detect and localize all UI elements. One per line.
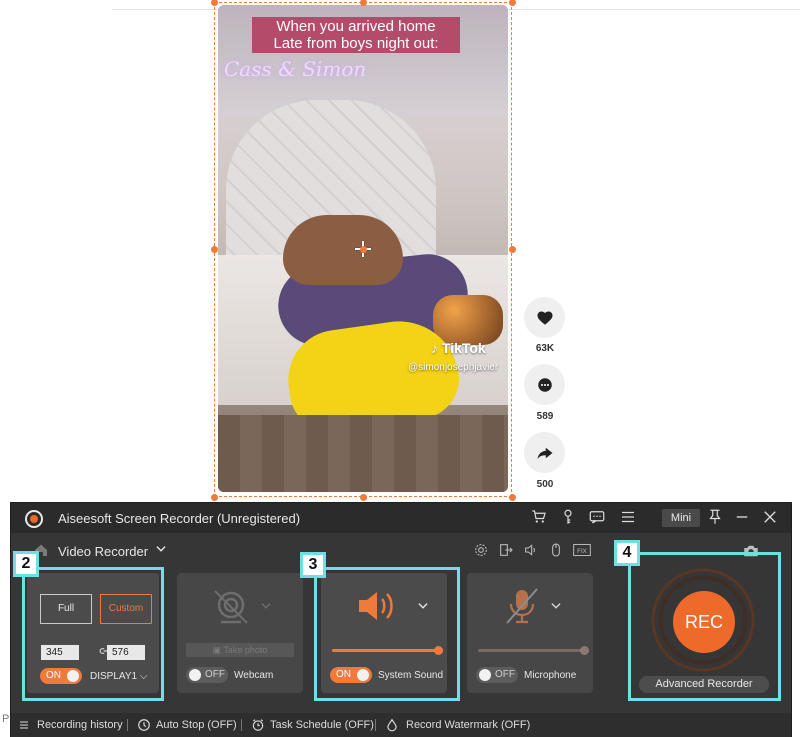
like-count: 63K xyxy=(535,343,555,354)
take-photo-label: Take photo xyxy=(223,645,268,655)
microphone-toggle[interactable]: OFF xyxy=(476,667,518,683)
toggle-knob xyxy=(479,669,491,681)
cart-icon[interactable] xyxy=(530,508,550,528)
microphone-muted-icon[interactable] xyxy=(505,587,539,625)
microphone-panel: OFF Microphone xyxy=(467,573,593,693)
screen-recorder-window: Aiseesoft Screen Recorder (Unregistered)… xyxy=(10,502,792,737)
mode-selector-label[interactable]: Video Recorder xyxy=(58,544,148,559)
microphone-volume-slider[interactable] xyxy=(478,646,589,655)
share-count: 500 xyxy=(536,479,554,490)
chevron-down-icon[interactable] xyxy=(259,599,273,613)
recording-history-link[interactable]: Recording history xyxy=(37,719,123,731)
resize-handle-bottom-left[interactable] xyxy=(211,494,218,501)
resize-handle-bottom-right[interactable] xyxy=(509,494,516,501)
highlight-box-3 xyxy=(314,567,460,701)
resize-handle-bottom[interactable] xyxy=(360,494,367,501)
audio-icon[interactable] xyxy=(523,542,541,560)
heart-icon xyxy=(537,310,552,325)
fixed-region-icon[interactable]: FIX xyxy=(573,542,591,560)
microphone-label: Microphone xyxy=(524,670,577,681)
screen: P Cass & Simon When you arrived home Lat… xyxy=(0,0,800,737)
resize-handle-right[interactable] xyxy=(509,246,516,253)
status-separator xyxy=(241,719,242,731)
app-logo-icon xyxy=(25,510,43,528)
record-watermark-link[interactable]: Record Watermark (OFF) xyxy=(406,719,530,731)
resize-handle-left[interactable] xyxy=(211,246,218,253)
annotation-badge-2: 2 xyxy=(13,551,39,577)
comment-button[interactable] xyxy=(524,364,565,405)
clock-icon xyxy=(137,718,151,732)
take-photo-button[interactable]: ▣ Take photo xyxy=(186,643,294,657)
app-title: Aiseesoft Screen Recorder (Unregistered) xyxy=(58,511,301,526)
comment-count: 589 xyxy=(536,411,554,422)
key-icon[interactable] xyxy=(559,508,579,528)
like-button[interactable] xyxy=(524,297,565,338)
status-separator xyxy=(127,719,128,731)
highlight-box-4 xyxy=(628,552,781,701)
status-bar: Recording history Auto Stop (OFF) Task S… xyxy=(11,713,791,737)
chevron-down-icon[interactable] xyxy=(154,542,168,556)
annotation-badge-4: 4 xyxy=(614,540,640,566)
microphone-volume-fill xyxy=(478,649,586,652)
comment-icon xyxy=(537,377,552,392)
webcam-toggle-label: OFF xyxy=(205,669,225,680)
webcam-label: Webcam xyxy=(234,670,274,681)
annotation-badge-3: 3 xyxy=(300,552,326,578)
minimize-icon[interactable] xyxy=(733,508,753,528)
settings-gear-icon[interactable] xyxy=(473,542,491,560)
list-icon xyxy=(18,719,30,731)
watermark-drop-icon xyxy=(385,718,399,732)
resize-handle-center[interactable] xyxy=(360,246,367,253)
feedback-icon[interactable] xyxy=(588,508,608,528)
webcam-toggle[interactable]: OFF xyxy=(186,667,228,683)
title-bar[interactable]: Aiseesoft Screen Recorder (Unregistered)… xyxy=(11,503,791,533)
status-separator xyxy=(375,719,376,731)
alarm-icon xyxy=(251,718,265,732)
share-icon xyxy=(537,447,552,459)
mouse-icon[interactable] xyxy=(548,542,566,560)
toggle-knob xyxy=(189,669,201,681)
web-page-corner-text: P xyxy=(2,713,10,725)
svg-text:FIX: FIX xyxy=(577,548,588,555)
export-icon[interactable] xyxy=(498,542,516,560)
webcam-icon[interactable] xyxy=(213,589,249,625)
menu-icon[interactable] xyxy=(619,508,639,528)
task-schedule-link[interactable]: Task Schedule (OFF) xyxy=(270,719,374,731)
share-button[interactable] xyxy=(524,432,565,473)
auto-stop-link[interactable]: Auto Stop (OFF) xyxy=(156,719,237,731)
close-icon[interactable] xyxy=(761,508,781,528)
camera-icon: ▣ xyxy=(212,645,222,655)
pin-icon[interactable] xyxy=(706,508,726,528)
microphone-volume-handle[interactable] xyxy=(580,646,589,655)
highlight-box-2 xyxy=(22,567,164,701)
microphone-toggle-label: OFF xyxy=(495,669,515,680)
webcam-panel: ▣ Take photo OFF Webcam xyxy=(177,573,303,693)
chevron-down-icon[interactable] xyxy=(549,599,563,613)
mini-mode-button[interactable]: Mini xyxy=(662,509,700,527)
